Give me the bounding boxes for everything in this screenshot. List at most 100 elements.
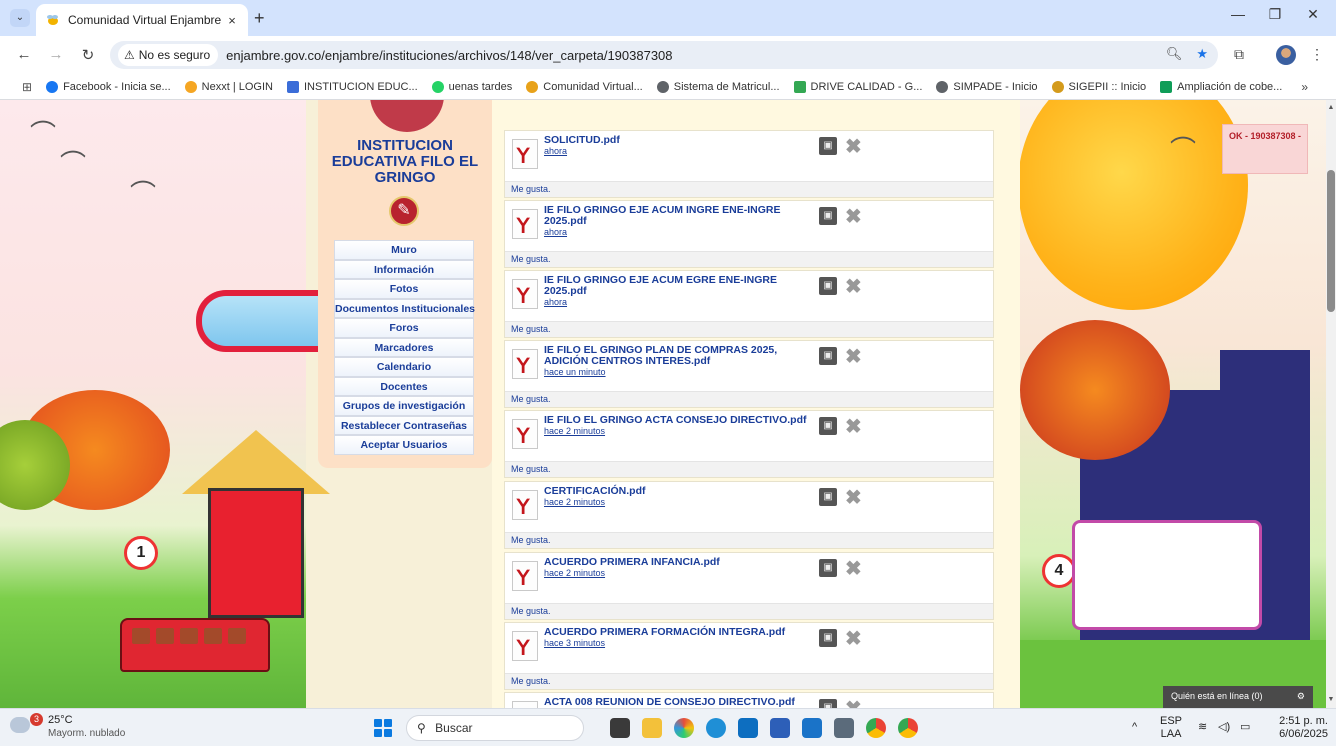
like-link[interactable]: Me gusta. <box>505 673 993 689</box>
settings-gear-icon[interactable]: ⚙ <box>1297 691 1305 703</box>
delete-x-icon[interactable]: ✖ <box>845 344 862 369</box>
url-text[interactable]: enjambre.gov.co/enjambre/instituciones/a… <box>226 48 672 63</box>
delete-x-icon[interactable]: ✖ <box>845 134 862 159</box>
like-link[interactable]: Me gusta. <box>505 251 993 267</box>
windows-start-icon[interactable] <box>374 719 392 737</box>
save-disk-icon[interactable]: ▣ <box>819 417 837 435</box>
menu-item-muro[interactable]: Muro <box>334 240 474 260</box>
scroll-up-icon[interactable]: ▲ <box>1326 104 1336 111</box>
battery-icon[interactable]: ▭ <box>1240 721 1250 734</box>
forward-icon[interactable]: → <box>46 46 66 63</box>
browser-tab[interactable]: Comunidad Virtual Enjambre × <box>36 4 248 36</box>
photos-icon[interactable] <box>674 718 694 738</box>
chrome-profile-icon[interactable] <box>898 718 918 738</box>
scroll-down-icon[interactable]: ▼ <box>1326 696 1336 703</box>
tray-chevron-icon[interactable]: ^ <box>1132 721 1137 734</box>
file-name-link[interactable]: IE FILO EL GRINGO ACTA CONSEJO DIRECTIVO… <box>544 415 814 437</box>
bookmark-item[interactable]: SIGEPII :: Inicio <box>1051 80 1146 93</box>
bookmark-item[interactable]: Sistema de Matricul... <box>656 80 780 93</box>
outlook-icon[interactable] <box>738 718 758 738</box>
calculator-icon[interactable] <box>834 718 854 738</box>
bookmark-item[interactable]: uenas tardes <box>431 80 512 93</box>
save-disk-icon[interactable]: ▣ <box>819 137 837 155</box>
menu-item-documentos-institucionales[interactable]: Documentos Institucionales <box>334 298 475 318</box>
menu-item-aceptar-usuarios[interactable]: Aceptar Usuarios <box>334 435 474 455</box>
online-users-bar[interactable]: Quién está en línea (0) ⚙ <box>1163 686 1313 708</box>
file-name-link[interactable]: ACUERDO PRIMERA FORMACIÓN INTEGRA.pdf hac… <box>544 627 814 649</box>
file-name-link[interactable]: ACUERDO PRIMERA INFANCIA.pdf hace 2 minut… <box>544 557 814 579</box>
file-explorer-icon[interactable] <box>642 718 662 738</box>
bookmark-item[interactable]: DRIVE CALIDAD - G... <box>793 80 922 93</box>
like-link[interactable]: Me gusta. <box>505 532 993 548</box>
save-disk-icon[interactable]: ▣ <box>819 207 837 225</box>
extensions-icon[interactable]: ⧉ <box>1234 46 1244 63</box>
weather-widget[interactable]: 25°C Mayorm. nublado <box>48 714 125 740</box>
close-window-icon[interactable]: ✕ <box>1298 6 1328 23</box>
like-link[interactable]: Me gusta. <box>505 321 993 337</box>
profile-avatar[interactable] <box>1276 45 1296 65</box>
scrollbar-thumb[interactable] <box>1327 170 1335 312</box>
clock-widget[interactable]: 2:51 p. m. 6/06/2025 <box>1262 715 1328 741</box>
delete-x-icon[interactable]: ✖ <box>845 626 862 651</box>
like-link[interactable]: Me gusta. <box>505 461 993 477</box>
edge-icon[interactable] <box>706 718 726 738</box>
zoom-icon[interactable]: 🔍︎ <box>1166 46 1183 62</box>
file-name-link[interactable]: IE FILO GRINGO EJE ACUM EGRE ENE-INGRE 2… <box>544 275 814 308</box>
like-link[interactable]: Me gusta. <box>505 391 993 407</box>
security-chip[interactable]: ⚠ No es seguro <box>118 44 219 66</box>
delete-x-icon[interactable]: ✖ <box>845 485 862 510</box>
bookmark-item[interactable]: Comunidad Virtual... <box>526 80 643 93</box>
menu-item-grupos-investigacion[interactable]: Grupos de investigación <box>334 396 474 416</box>
menu-item-marcadores[interactable]: Marcadores <box>334 337 474 357</box>
bookmark-item[interactable]: SIMPADE - Inicio <box>936 80 1038 93</box>
file-name-link[interactable]: IE FILO GRINGO EJE ACUM INGRE ENE-INGRE … <box>544 205 814 238</box>
like-link[interactable]: Me gusta. <box>505 603 993 619</box>
tab-search-icon[interactable]: ⌄ <box>10 9 30 27</box>
taskbar-search[interactable]: ⚲ Buscar <box>406 715 584 741</box>
delete-x-icon[interactable]: ✖ <box>845 556 862 581</box>
menu-item-informacion[interactable]: Información <box>334 259 474 279</box>
apps-grid-icon[interactable]: ⊞ <box>22 80 32 94</box>
new-tab-button[interactable]: + <box>254 9 265 27</box>
minimize-icon[interactable]: — <box>1223 6 1253 22</box>
delete-x-icon[interactable]: ✖ <box>845 696 862 708</box>
file-name-link[interactable]: SOLICITUD.pdf ahora <box>544 135 814 157</box>
back-icon[interactable]: ← <box>14 46 34 63</box>
delete-x-icon[interactable]: ✖ <box>845 274 862 299</box>
bookmark-item[interactable]: Facebook - Inicia se... <box>46 80 171 93</box>
volume-icon[interactable]: ◁) <box>1218 721 1230 734</box>
address-bar[interactable]: ⚠ No es seguro enjambre.gov.co/enjambre/… <box>110 41 1218 69</box>
delete-x-icon[interactable]: ✖ <box>845 204 862 229</box>
restore-icon[interactable]: ❐ <box>1260 6 1290 23</box>
task-view-icon[interactable] <box>610 718 630 738</box>
menu-kebab-icon[interactable]: ⋮ <box>1310 46 1324 63</box>
bookmark-item[interactable]: INSTITUCION EDUC... <box>287 80 418 93</box>
store-icon[interactable] <box>770 718 790 738</box>
bookmark-star-icon[interactable]: ★ <box>1196 46 1208 62</box>
menu-item-restablecer-contrasenas[interactable]: Restablecer Contraseñas <box>334 415 474 435</box>
menu-item-docentes[interactable]: Docentes <box>334 376 474 396</box>
menu-item-fotos[interactable]: Fotos <box>334 279 474 299</box>
menu-item-calendario[interactable]: Calendario <box>334 357 474 377</box>
tab-close-icon[interactable]: × <box>224 13 240 28</box>
save-disk-icon[interactable]: ▣ <box>819 629 837 647</box>
whiteboard-icon[interactable] <box>802 718 822 738</box>
file-name-link[interactable]: ACTA 008 REUNION DE CONSEJO DIRECTIVO.pd… <box>544 697 814 708</box>
save-disk-icon[interactable]: ▣ <box>819 488 837 506</box>
menu-item-foros[interactable]: Foros <box>334 318 474 338</box>
save-disk-icon[interactable]: ▣ <box>819 347 837 365</box>
bookmark-item[interactable]: Ampliación de cobe... <box>1160 80 1282 93</box>
like-link[interactable]: Me gusta. <box>505 181 993 197</box>
chrome-icon[interactable] <box>866 718 886 738</box>
wifi-icon[interactable]: ≋ <box>1198 721 1207 734</box>
file-name-link[interactable]: IE FILO EL GRINGO PLAN DE COMPRAS 2025, … <box>544 345 814 378</box>
save-disk-icon[interactable]: ▣ <box>819 277 837 295</box>
bookmarks-more-icon[interactable]: » <box>1301 80 1308 94</box>
language-indicator[interactable]: ESP LAA <box>1160 715 1182 741</box>
save-disk-icon[interactable]: ▣ <box>819 699 837 708</box>
reload-icon[interactable]: ↻ <box>78 46 98 64</box>
bookmark-item[interactable]: Nexxt | LOGIN <box>184 80 273 93</box>
save-disk-icon[interactable]: ▣ <box>819 559 837 577</box>
delete-x-icon[interactable]: ✖ <box>845 414 862 439</box>
file-name-link[interactable]: CERTIFICACIÓN.pdf hace 2 minutos <box>544 486 814 508</box>
